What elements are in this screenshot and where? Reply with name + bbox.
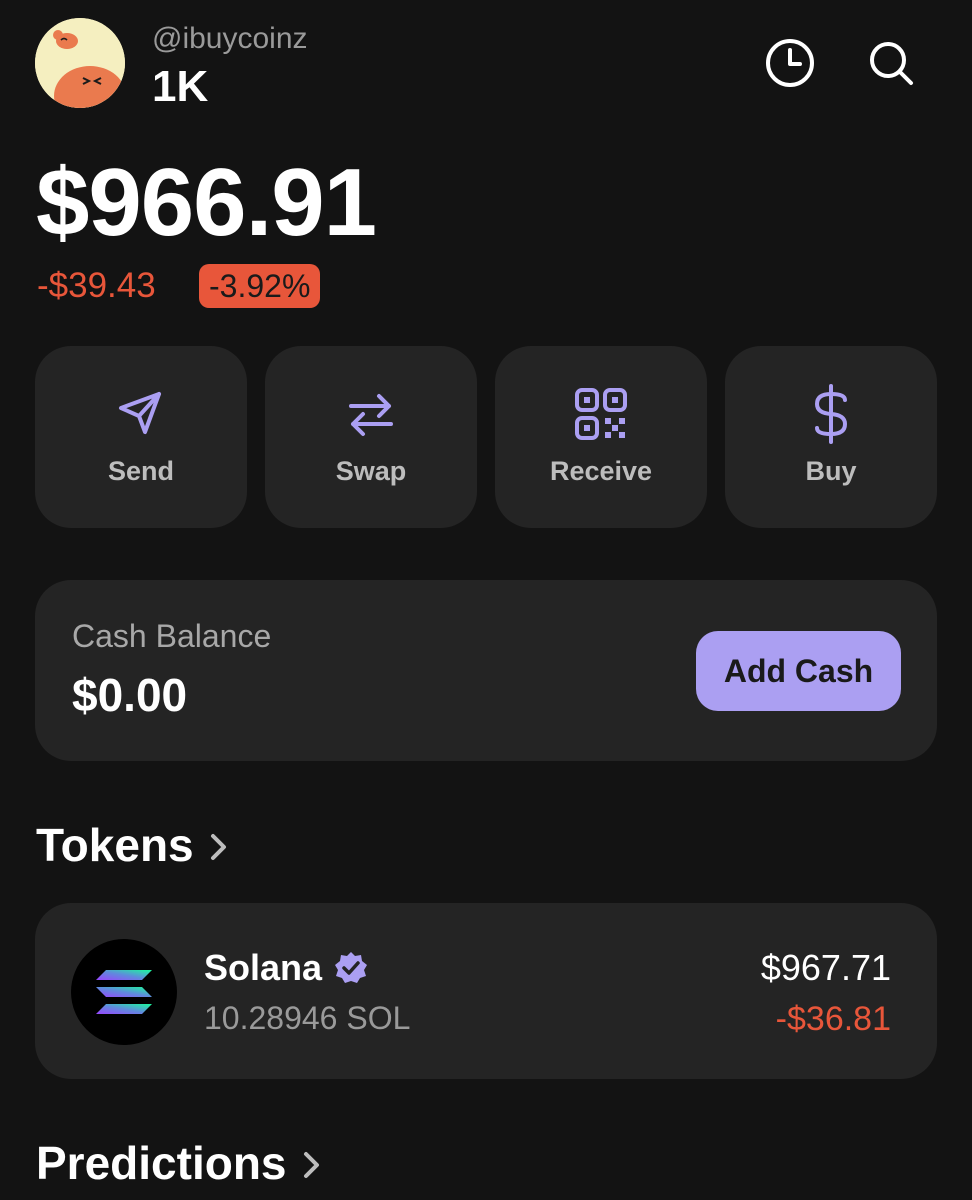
cash-balance-value: $0.00	[72, 669, 188, 721]
account-handle: @ibuycoinz	[152, 22, 308, 55]
predictions-title: Predictions	[36, 1137, 287, 1189]
add-cash-button[interactable]: Add Cash	[696, 631, 901, 711]
token-amount: 10.28946 SOL	[204, 1000, 411, 1036]
token-change: -$36.81	[775, 1000, 891, 1038]
search-icon	[870, 42, 913, 85]
verified-badge-icon	[334, 951, 368, 985]
portfolio-balance: $966.91	[36, 149, 377, 256]
history-button[interactable]	[761, 34, 819, 92]
wallet-home-screen: @ibuycoinz 1K $966.91 -$39.43 -3.92% Sen…	[0, 0, 972, 1200]
chevron-right-icon	[208, 831, 230, 863]
quick-actions: Send Swap Receive Buy	[35, 346, 937, 528]
token-name: Solana	[204, 947, 368, 989]
tokens-section-header[interactable]: Tokens	[36, 818, 230, 872]
clock-icon	[766, 39, 814, 87]
receive-button[interactable]: Receive	[495, 346, 707, 528]
send-button[interactable]: Send	[35, 346, 247, 528]
receive-label: Receive	[549, 456, 653, 486]
token-name-label: Solana	[204, 947, 323, 988]
dollar-icon	[801, 384, 861, 444]
cash-balance-label: Cash Balance	[72, 618, 272, 654]
swap-label: Swap	[335, 456, 407, 486]
buy-label: Buy	[805, 456, 857, 486]
balance-change-percent-badge: -3.92%	[199, 264, 321, 308]
swap-button[interactable]: Swap	[265, 346, 477, 528]
token-value: $967.71	[760, 947, 891, 988]
chevron-right-icon	[301, 1149, 323, 1181]
avatar-illustration	[35, 18, 125, 108]
buy-button[interactable]: Buy	[725, 346, 937, 528]
predictions-section-header[interactable]: Predictions	[36, 1136, 323, 1190]
send-label: Send	[107, 456, 174, 486]
cash-balance-card: Cash Balance $0.00 Add Cash	[35, 580, 937, 761]
qr-code-icon	[571, 384, 631, 444]
account-name[interactable]: 1K	[152, 62, 208, 112]
token-row-solana[interactable]: Solana 10.28946 SOL $967.71 -$36.81	[35, 903, 937, 1079]
avatar[interactable]	[35, 18, 125, 108]
solana-logo-icon	[71, 939, 177, 1045]
swap-icon	[341, 384, 401, 444]
send-icon	[111, 384, 171, 444]
search-button[interactable]	[862, 34, 920, 92]
balance-change-value: -$39.43	[37, 266, 156, 305]
tokens-title: Tokens	[36, 819, 194, 871]
